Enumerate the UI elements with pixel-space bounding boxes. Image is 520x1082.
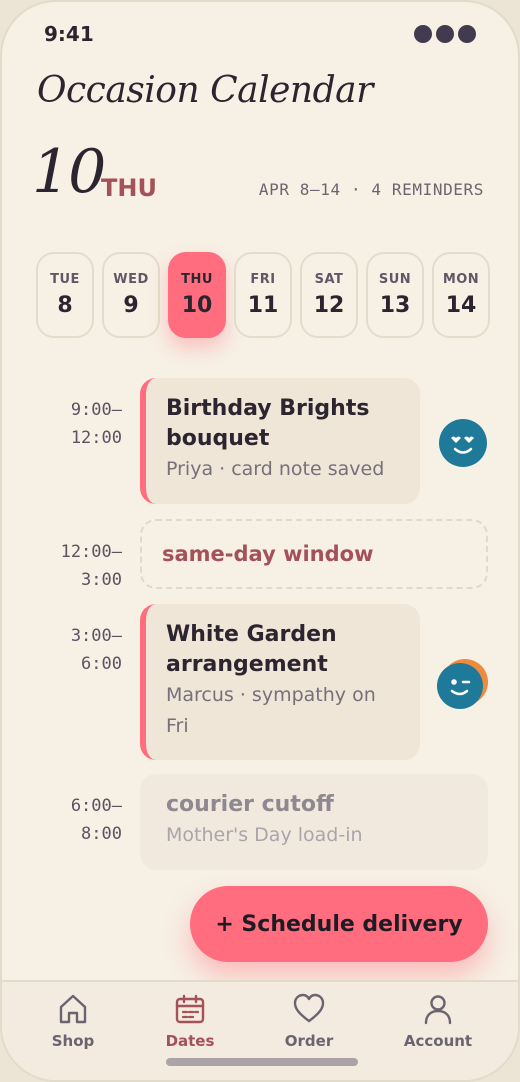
winking-face-icon[interactable]	[436, 658, 490, 710]
time-label: 9:00– 12:00	[71, 396, 122, 452]
day-chip-thu-selected[interactable]: THU 10	[168, 252, 226, 338]
day-chip-date: 9	[123, 293, 139, 318]
week-range-summary: APR 8–14 · 4 REMINDERS	[258, 180, 484, 199]
page-title: Occasion Calendar	[37, 70, 373, 111]
day-chip-weekday: WED	[113, 272, 149, 287]
time-end: 8:00	[81, 824, 122, 844]
time-end: 12:00	[70, 428, 122, 448]
time-end: 3:00	[81, 570, 122, 590]
time-label: 12:00– 3:00	[61, 538, 122, 594]
more-dots-icon[interactable]	[414, 25, 476, 43]
day-chip-weekday: SAT	[314, 272, 344, 287]
tab-bar: Shop Dates Order Account	[2, 980, 518, 1080]
tab-account[interactable]: Account	[378, 992, 498, 1050]
day-chip-date: 8	[57, 293, 73, 318]
tab-label: Order	[284, 1032, 334, 1050]
cutoff-subtitle: Mother's Day load-in	[166, 824, 363, 846]
tab-label: Shop	[51, 1032, 95, 1050]
selected-day-number: 10	[32, 137, 106, 207]
home-indicator[interactable]	[166, 1058, 358, 1066]
tab-label: Account	[403, 1032, 473, 1050]
event-subtitle-line2: Fri	[166, 715, 189, 737]
calendar-icon	[175, 994, 205, 1024]
home-icon	[59, 994, 87, 1024]
event-card-white-garden[interactable]: White Garden arrangement Marcus · sympat…	[140, 604, 420, 760]
day-chip-date: 11	[247, 293, 279, 318]
day-chip-date: 14	[445, 293, 477, 318]
tab-label: Dates	[165, 1032, 215, 1050]
event-subtitle: Priya · card note saved	[166, 458, 385, 480]
day-chip-weekday: SUN	[378, 272, 412, 287]
event-title-line2: arrangement	[166, 652, 328, 677]
day-chip-weekday: FRI	[250, 272, 276, 287]
event-subtitle-line1: Marcus · sympathy on	[166, 684, 376, 706]
status-time: 9:41	[44, 22, 94, 46]
day-chip-mon[interactable]: MON 14	[432, 252, 490, 338]
same-day-window-slot[interactable]: same-day window	[140, 519, 488, 589]
time-start: 9:00–	[70, 400, 122, 420]
day-chip-sat[interactable]: SAT 12	[300, 252, 358, 338]
heart-icon	[293, 993, 325, 1023]
person-icon	[424, 995, 452, 1025]
event-card-birthday-brights[interactable]: Birthday Brights bouquet Priya · card no…	[140, 378, 420, 504]
tab-dates[interactable]: Dates	[130, 992, 250, 1050]
schedule-delivery-button[interactable]: + Schedule delivery	[190, 886, 488, 962]
time-label: 6:00– 8:00	[71, 792, 122, 848]
event-title-line1: Birthday Brights	[166, 396, 370, 421]
selected-day-name: THU	[101, 174, 157, 202]
window-label: same-day window	[162, 542, 374, 566]
day-chip-date: 12	[313, 293, 345, 318]
event-title-line2: bouquet	[166, 426, 270, 451]
day-chip-tue[interactable]: TUE 8	[36, 252, 94, 338]
time-end: 6:00	[81, 654, 122, 674]
week-strip: TUE 8 WED 9 THU 10 FRI 11 SAT 12 SUN 13 MON 14	[36, 252, 490, 338]
tab-shop[interactable]: Shop	[13, 992, 133, 1050]
cutoff-title: courier cutoff	[166, 792, 334, 817]
day-chip-weekday: TUE	[50, 272, 80, 287]
day-chip-date: 13	[379, 293, 411, 318]
time-start: 6:00–	[70, 796, 122, 816]
day-chip-date: 10	[181, 293, 213, 318]
day-chip-weekday: THU	[181, 272, 213, 287]
heart-eyes-face-icon[interactable]	[438, 418, 488, 468]
courier-cutoff-card[interactable]: courier cutoff Mother's Day load-in	[140, 774, 488, 870]
time-label: 3:00– 6:00	[71, 622, 122, 678]
day-chip-sun[interactable]: SUN 13	[366, 252, 424, 338]
phone-screen: 9:41 Occasion Calendar 10 THU APR 8–14 ·…	[0, 0, 520, 1082]
time-start: 12:00–	[60, 542, 122, 562]
time-start: 3:00–	[70, 626, 122, 646]
day-chip-fri[interactable]: FRI 11	[234, 252, 292, 338]
day-chip-wed[interactable]: WED 9	[102, 252, 160, 338]
tab-order[interactable]: Order	[249, 992, 369, 1050]
event-title-line1: White Garden	[166, 622, 337, 647]
day-chip-weekday: MON	[442, 272, 480, 287]
